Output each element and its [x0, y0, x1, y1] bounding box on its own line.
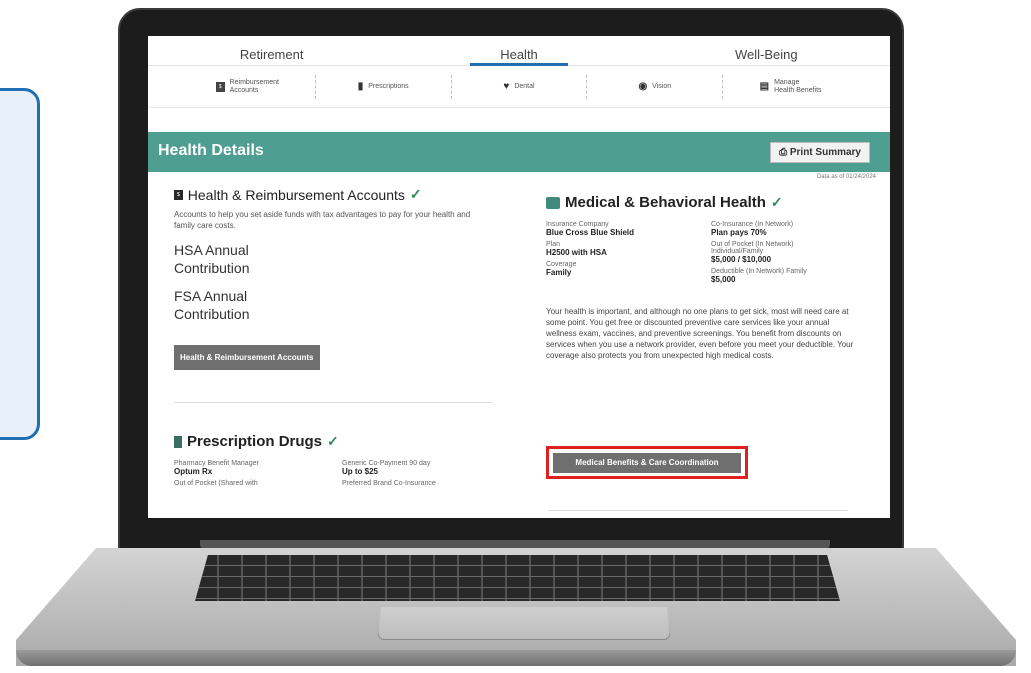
- hra-description: Accounts to help you set aside funds wit…: [174, 210, 471, 230]
- hra-heading: $ Health & Reimbursement Accounts ✓: [174, 186, 492, 203]
- fsa-contribution: FSA Annual Contribution: [174, 288, 250, 322]
- pill-bottle-icon: ▮: [357, 80, 364, 92]
- pill-bottle-icon: [174, 435, 182, 448]
- medical-details: Insurance Company Blue Cross Blue Shield…: [546, 221, 858, 288]
- section-divider: [174, 402, 492, 403]
- subnav-manage-health-benefits[interactable]: ▤ Manage Health Benefits: [723, 75, 858, 99]
- subnav-label: Reimbursement Accounts: [229, 78, 279, 94]
- subnav-vision[interactable]: ◉ Vision: [587, 74, 724, 99]
- highlight-box: Medical Benefits & Care Coordination: [546, 446, 748, 479]
- subnav-reimbursement-accounts[interactable]: $ Reimbursement Accounts: [180, 74, 316, 99]
- rx-heading: Prescription Drugs ✓: [174, 433, 492, 450]
- check-icon: ✓: [327, 433, 339, 449]
- tab-well-being[interactable]: Well-Being: [643, 36, 890, 65]
- health-subnav: $ Reimbursement Accounts ▮ Prescriptions …: [148, 66, 890, 108]
- section-divider: [548, 510, 848, 511]
- tab-retirement[interactable]: Retirement: [148, 36, 395, 65]
- medical-benefits-button[interactable]: Medical Benefits & Care Coordination: [553, 453, 741, 473]
- medical-heading: Medical & Behavioral Health ✓: [546, 194, 858, 211]
- card-icon: $: [215, 81, 225, 92]
- eye-icon: ◉: [638, 80, 648, 92]
- main-tabs: Retirement Health Well-Being: [148, 36, 890, 66]
- subnav-dental[interactable]: ♥ Dental: [452, 74, 588, 99]
- print-summary-button[interactable]: ⎙ Print Summary: [770, 142, 870, 163]
- hra-button[interactable]: Health & Reimbursement Accounts: [174, 345, 320, 370]
- check-icon: ✓: [770, 194, 783, 210]
- rx-details: Pharmacy Benefit Manager Optum Rx Out of…: [174, 460, 492, 487]
- card-icon: $: [174, 189, 183, 200]
- subnav-label: Vision: [652, 82, 672, 90]
- hsa-contribution: HSA Annual Contribution: [174, 242, 250, 276]
- subnav-label: Manage Health Benefits: [774, 78, 822, 94]
- rx-generic: Generic Co-Payment 90 day Up to $25 Pref…: [342, 460, 436, 487]
- laptop-trackpad: [378, 607, 670, 640]
- health-details-banner: Health Details ⎙ Print Summary: [148, 132, 890, 172]
- subnav-label: Prescriptions: [368, 82, 409, 90]
- info-callout-box: [0, 88, 40, 440]
- medical-plan-col: Insurance Company Blue Cross Blue Shield…: [546, 221, 635, 277]
- printer-icon: ⎙: [779, 147, 790, 158]
- tooth-icon: ♥: [503, 80, 510, 92]
- check-icon: ✓: [409, 186, 422, 202]
- rx-pbm: Pharmacy Benefit Manager Optum Rx Out of…: [174, 460, 259, 487]
- medical-costs-col: Co-Insurance (In Network) Plan pays 70% …: [711, 221, 807, 284]
- laptop-screen: Retirement Health Well-Being $ Reimburse…: [148, 36, 890, 518]
- medical-bag-icon: [546, 196, 560, 209]
- subnav-label: Dental: [514, 82, 535, 90]
- subnav-prescriptions[interactable]: ▮ Prescriptions: [316, 74, 452, 99]
- document-icon: ▤: [759, 80, 770, 92]
- left-column: $ Health & Reimbursement Accounts ✓ Acco…: [174, 186, 492, 487]
- stage: Retirement Health Well-Being $ Reimburse…: [0, 0, 1031, 673]
- page-title: Health Details: [158, 142, 264, 159]
- medical-paragraph: Your health is important, and although n…: [546, 307, 854, 360]
- data-as-of: Data as of 01/24/2024: [816, 174, 876, 180]
- keyboard-rows: [195, 555, 840, 601]
- right-column: Medical & Behavioral Health ✓ Insurance …: [546, 194, 858, 361]
- tab-health[interactable]: Health: [395, 36, 642, 66]
- laptop-base-edge: [16, 650, 1016, 666]
